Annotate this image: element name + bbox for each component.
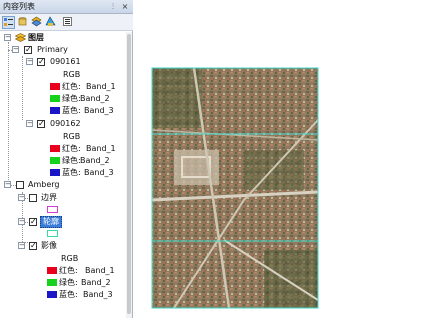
list-by-selection-icon[interactable] [45,16,58,29]
legend-green-band: Band_2 [80,156,110,165]
legend-green-label: 绿色: [62,156,81,165]
rgb-label: RGB [63,132,81,141]
legend-red: 红色: Band_1 [0,81,120,93]
layer-label-selected: 轮廓 [40,216,62,228]
blue-swatch [50,169,60,176]
rgb-label: RGB [63,70,81,79]
legend-blue-band: Band_3 [84,168,114,177]
legend-red-label: 红色: [62,144,81,153]
collapse-icon[interactable]: − [4,181,11,188]
legend-red-label: 红色: [59,266,78,275]
layer-label: 边界 [41,193,57,202]
group-visibility-checkbox[interactable] [16,181,24,189]
red-swatch [50,83,60,90]
green-swatch [47,279,57,286]
collapse-icon[interactable]: − [4,34,11,41]
legend-red: 红色: Band_1 [0,143,120,155]
blue-swatch [50,107,60,114]
list-by-visibility-icon[interactable] [31,16,44,29]
list-by-source-icon[interactable] [17,16,30,29]
legend-green-band: Band_2 [80,94,110,103]
aerial-imagery[interactable] [134,0,437,318]
collapse-icon[interactable]: − [26,58,33,65]
red-swatch [50,145,60,152]
legend-red-band: Band_1 [85,266,115,275]
legend-green-band: Band_2 [81,278,111,287]
blue-swatch [47,291,57,298]
legend-blue-label: 蓝色: [59,290,78,299]
tree-root-layers[interactable]: − 图层 [0,32,120,44]
layer-090162[interactable]: − ✓ 090162 [0,118,120,130]
group-amberg[interactable]: − Amberg [0,179,120,191]
list-by-drawing-order-icon[interactable] [2,16,15,29]
legend-blue-label: 蓝色: [62,106,81,115]
group-primary[interactable]: − ✓ Primary [0,44,120,56]
rgb-label: RGB [61,254,79,263]
legend-blue-label: 蓝色: [62,168,81,177]
layer-imagery[interactable]: − ✓ 影像 [0,240,120,252]
boundary-symbol[interactable] [47,206,58,213]
layer-visibility-checkbox[interactable]: ✓ [37,58,45,66]
legend-green-label: 绿色: [59,278,78,287]
green-swatch [50,95,60,102]
collapse-icon[interactable]: − [18,218,25,225]
legend-red: 红色: Band_1 [0,265,120,277]
legend-green: 绿色: Band_2 [0,155,120,167]
layer-tree: − 图层 − ✓ Primary − ✓ 090161 RGB 红色: Band… [0,32,132,318]
legend-green-label: 绿色: [62,94,81,103]
legend-blue: 蓝色: Band_3 [0,289,120,301]
layer-outline[interactable]: − ✓ 轮廓 [0,216,120,228]
legend-blue: 蓝色: Band_3 [0,105,120,117]
group-label: Primary [37,45,68,54]
panel-titlebar: 内容列表 ⫶ × [0,0,133,14]
layer-090161[interactable]: − ✓ 090161 [0,56,120,68]
layer-visibility-checkbox[interactable]: ✓ [37,120,45,128]
red-swatch [47,267,57,274]
legend-red-label: 红色: [62,82,81,91]
legend-blue-band: Band_3 [83,290,113,299]
legend-red-band: Band_1 [86,82,116,91]
layer-label: 090162 [50,119,81,128]
layer-label: 090161 [50,57,81,66]
collapse-icon[interactable]: − [26,120,33,127]
outline-symbol[interactable] [47,230,58,237]
legend-red-band: Band_1 [86,144,116,153]
collapse-icon[interactable]: − [18,242,25,249]
group-visibility-checkbox[interactable]: ✓ [24,46,32,54]
layer-visibility-checkbox[interactable]: ✓ [29,218,37,226]
panel-title: 内容列表 [3,2,35,11]
layer-visibility-checkbox[interactable]: ✓ [29,242,37,250]
legend-blue-band: Band_3 [84,106,114,115]
vertical-scrollbar[interactable] [126,32,132,318]
legend-green: 绿色: Band_2 [0,93,120,105]
legend-blue: 蓝色: Band_3 [0,167,120,179]
layer-visibility-checkbox[interactable] [29,194,37,202]
collapse-icon[interactable]: − [18,194,25,201]
scrollbar-thumb[interactable] [127,34,131,314]
table-of-contents-panel: 内容列表 ⫶ × − 图层 − ✓ Primary − ✓ 090161 RGB… [0,0,133,318]
layer-boundary[interactable]: − 边界 [0,192,120,204]
options-icon[interactable] [62,16,75,29]
map-view[interactable] [134,0,437,318]
toc-toolbar [0,14,133,31]
layer-label: 影像 [41,241,57,250]
collapse-icon[interactable]: − [12,46,19,53]
tree-root-label: 图层 [28,33,44,42]
legend-green: 绿色: Band_2 [0,277,120,289]
group-label: Amberg [28,180,60,189]
close-icon[interactable]: × [120,1,130,12]
green-swatch [50,157,60,164]
pin-icon[interactable]: ⫶ [108,1,118,12]
